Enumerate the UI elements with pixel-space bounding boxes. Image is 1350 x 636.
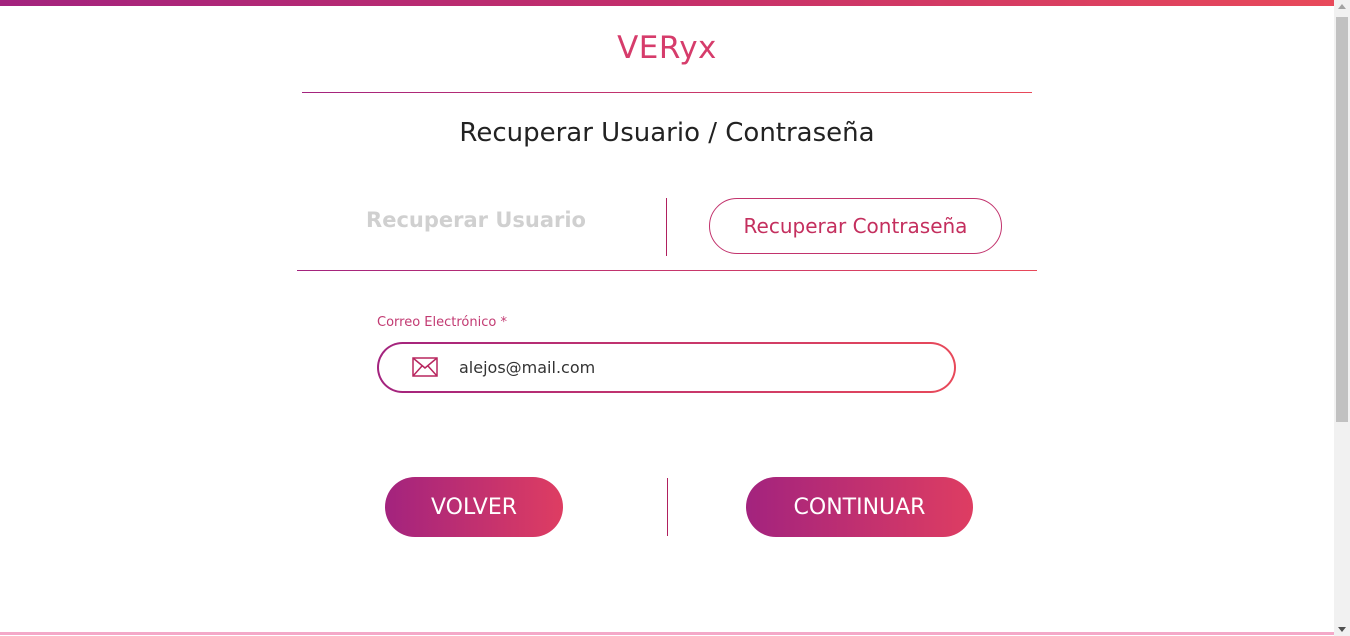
continue-button[interactable]: CONTINUAR <box>746 477 973 537</box>
email-field-inner <box>379 344 954 391</box>
page-title: Recuperar Usuario / Contraseña <box>459 118 875 148</box>
email-input[interactable] <box>459 353 919 381</box>
back-button[interactable]: VOLVER <box>385 477 563 537</box>
vertical-scrollbar[interactable] <box>1334 0 1350 636</box>
top-accent-bar <box>0 0 1334 6</box>
bottom-accent-line <box>0 632 1334 635</box>
mail-icon <box>412 357 438 377</box>
tab-divider <box>666 198 667 256</box>
header-divider <box>302 92 1032 93</box>
buttons-divider <box>667 478 668 536</box>
tabs-divider <box>297 270 1037 271</box>
brand-logo: VERyx <box>617 30 717 66</box>
tab-recover-password[interactable]: Recuperar Contraseña <box>709 198 1002 254</box>
scroll-up-icon[interactable] <box>1338 4 1346 9</box>
email-field[interactable] <box>377 342 956 393</box>
scrollbar-thumb[interactable] <box>1336 17 1348 422</box>
tab-recover-user[interactable]: Recuperar Usuario <box>300 208 652 232</box>
email-field-label: Correo Electrónico * <box>377 315 507 330</box>
scroll-down-icon[interactable] <box>1338 627 1346 632</box>
